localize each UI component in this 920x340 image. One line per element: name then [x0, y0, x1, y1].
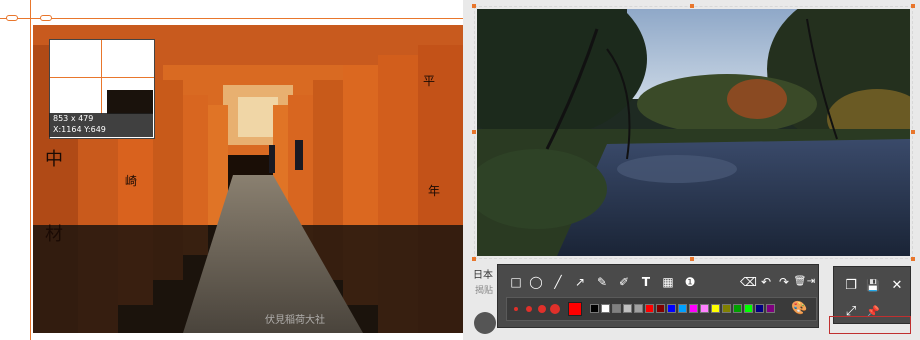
palette-swatch[interactable]	[744, 304, 753, 313]
svg-text:平: 平	[423, 74, 435, 88]
palette-swatch[interactable]	[645, 304, 654, 313]
copy-icon[interactable]: ❐	[842, 277, 860, 295]
magnifier-readout: 853 x 479 X:1164 Y:649	[49, 113, 153, 137]
palette-swatch[interactable]	[667, 304, 676, 313]
svg-text:崎: 崎	[125, 174, 137, 188]
background-page-text: 日本	[473, 270, 493, 281]
undo-tool-icon[interactable]: ↶	[758, 274, 774, 290]
palette-swatch[interactable]	[612, 304, 621, 313]
close-icon[interactable]: ✕	[888, 277, 906, 295]
photo-caption: 伏見稲荷大社	[265, 315, 325, 326]
eraser-tool-icon[interactable]: ⌫	[740, 274, 757, 290]
palette-swatch[interactable]	[766, 304, 775, 313]
ellipse-tool-icon[interactable]: ◯	[528, 274, 544, 290]
background-page-subtext: 揭贴	[475, 286, 494, 296]
avatar	[474, 312, 496, 334]
palette-swatch[interactable]	[733, 304, 742, 313]
palette-swatch[interactable]	[711, 304, 720, 313]
garden-pond-image	[477, 9, 910, 256]
selection-handle-tc[interactable]	[690, 4, 694, 8]
selection-handle-mr[interactable]	[911, 130, 915, 134]
selection-handle-ml[interactable]	[472, 130, 476, 134]
line-tool-icon[interactable]: ╱	[550, 274, 566, 290]
current-color-swatch[interactable]	[568, 302, 582, 316]
redo-tool-icon[interactable]: ↷	[776, 274, 792, 290]
palette-swatch[interactable]	[700, 304, 709, 313]
save-icon[interactable]: 💾	[864, 277, 882, 295]
pen-tool-icon[interactable]: ✎	[594, 274, 610, 290]
selection-handle-bc[interactable]	[690, 257, 694, 261]
horizontal-guide-line	[0, 18, 463, 19]
palette-swatch[interactable]	[634, 304, 643, 313]
marker-tool-icon[interactable]: ✐	[616, 274, 632, 290]
svg-text:年: 年	[428, 184, 440, 198]
palette-swatch[interactable]	[656, 304, 665, 313]
palette-swatch[interactable]	[755, 304, 764, 313]
resize-handle[interactable]	[6, 15, 18, 21]
resize-handle[interactable]	[40, 15, 52, 21]
selection-handle-tr[interactable]	[911, 4, 915, 8]
palette-swatch[interactable]	[590, 304, 599, 313]
svg-text:材: 材	[45, 224, 63, 245]
palette-swatch[interactable]	[678, 304, 687, 313]
text-tool-icon[interactable]: T	[638, 274, 654, 290]
brush-size-small[interactable]	[514, 307, 518, 311]
palette-swatch[interactable]	[722, 304, 731, 313]
highlight-outline	[829, 316, 911, 334]
loupe-crosshair-horizontal	[50, 77, 154, 78]
selection-size-text: 853 x 479	[53, 114, 94, 123]
palette-icon[interactable]: 🎨	[791, 301, 807, 317]
brush-size-medium[interactable]	[526, 306, 532, 312]
rectangle-tool-icon[interactable]: □	[508, 274, 524, 290]
selection-handle-tl[interactable]	[472, 4, 476, 8]
garden-pond-photo	[477, 9, 910, 256]
palette-swatch[interactable]	[689, 304, 698, 313]
vertical-guide-line	[30, 0, 31, 340]
arrow-tool-icon[interactable]: ↗	[572, 274, 588, 290]
selection-handle-br[interactable]	[911, 257, 915, 261]
cursor-coords-text: X:1164 Y:649	[53, 125, 106, 134]
loupe-dark-region	[107, 90, 153, 114]
palette-swatch[interactable]	[601, 304, 610, 313]
selection-handle-bl[interactable]	[472, 257, 476, 261]
exit-tool-icon[interactable]: ⇥	[805, 274, 817, 290]
palette-swatch[interactable]	[623, 304, 632, 313]
brush-size-xlarge[interactable]	[550, 304, 560, 314]
svg-text:中: 中	[45, 149, 63, 170]
mosaic-tool-icon[interactable]: ▦	[660, 274, 676, 290]
brush-size-large[interactable]	[538, 305, 546, 313]
number-tool-icon[interactable]: ❶	[682, 274, 698, 290]
